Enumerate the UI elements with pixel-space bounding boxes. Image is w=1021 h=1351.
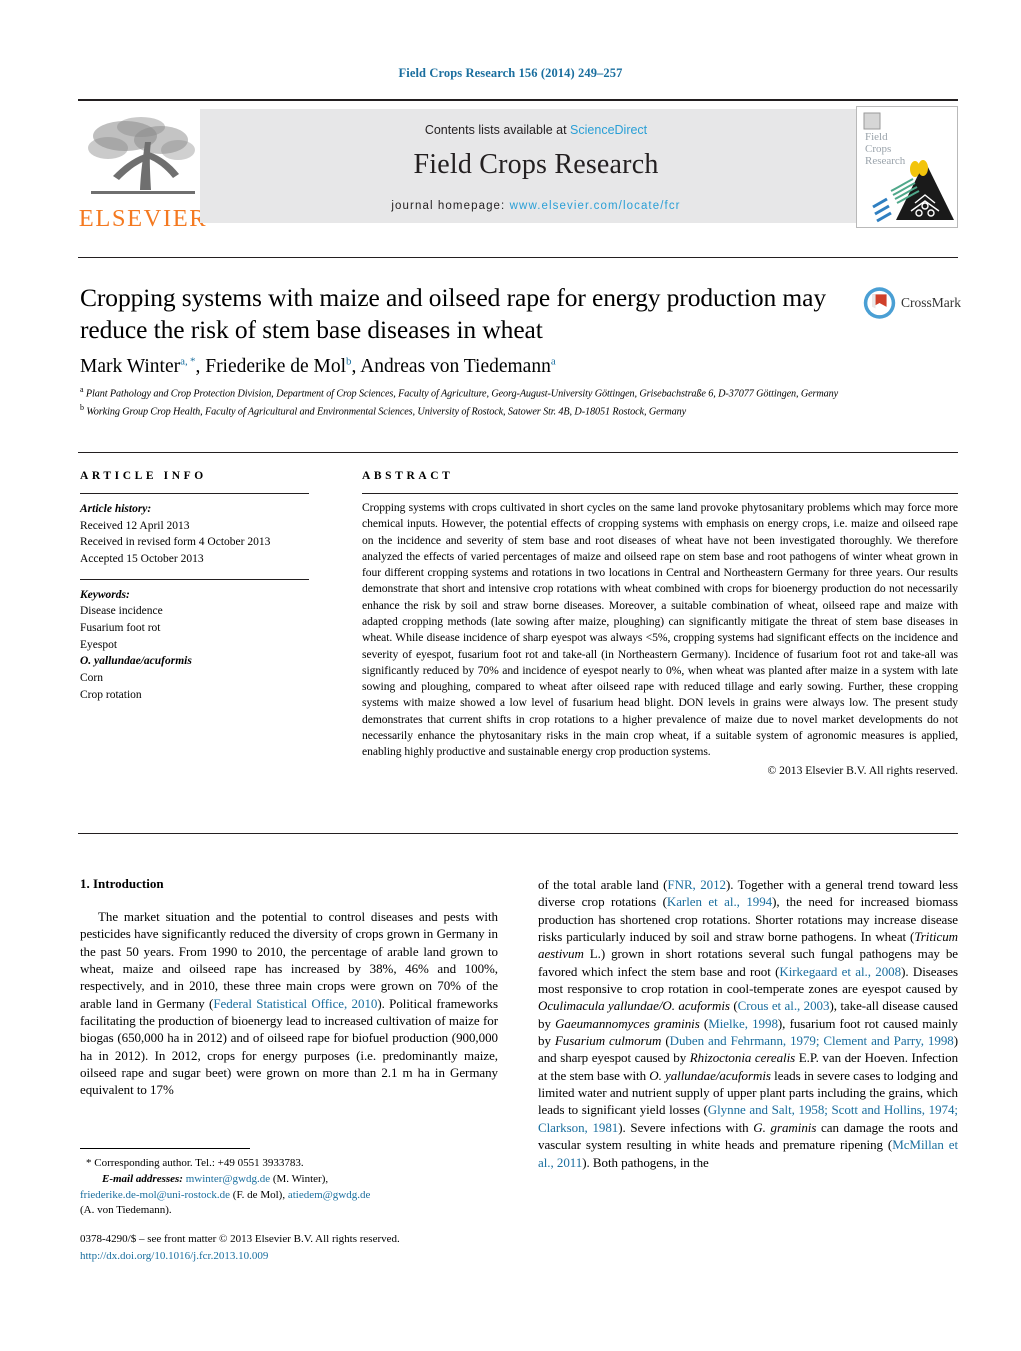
abstract-column: ABSTRACT Cropping systems with crops cul… xyxy=(362,470,958,777)
introduction-paragraph-left: The market situation and the potential t… xyxy=(80,909,498,1098)
masthead-top-rule xyxy=(78,99,958,101)
history-item: Received 12 April 2013 xyxy=(80,519,190,532)
abstract-text: Cropping systems with crops cultivated i… xyxy=(362,501,958,759)
body-column-left: 1. Introduction The market situation and… xyxy=(80,876,498,1099)
journal-cover-art: Field Crops Research xyxy=(857,107,957,227)
article-first-page: Field Crops Research 156 (2014) 249–257 xyxy=(0,0,1021,1351)
affiliation-b: b Working Group Crop Health, Faculty of … xyxy=(80,402,687,418)
affiliation-a-text: Plant Pathology and Crop Protection Divi… xyxy=(85,388,839,400)
journal-homepage-line: journal homepage: www.elsevier.com/locat… xyxy=(200,200,872,212)
journal-homepage-label: journal homepage: xyxy=(391,200,506,212)
article-info-rule-1 xyxy=(80,493,309,494)
crossmark-label: CrossMark xyxy=(901,295,961,310)
email-addresses-line-2: friederike.de-mol@uni-rostock.de (F. de … xyxy=(80,1188,371,1201)
introduction-heading: 1. Introduction xyxy=(80,876,164,891)
crossmark-badge[interactable]: CrossMark xyxy=(863,278,961,328)
page-title: Cropping systems with maize and oilseed … xyxy=(80,283,827,344)
abstract-heading: ABSTRACT xyxy=(362,470,454,482)
body-column-right: of the total arable land (FNR, 2012). To… xyxy=(538,876,958,1171)
crossmark-icon xyxy=(863,287,896,319)
contents-lists-prefix: Contents lists available at xyxy=(424,123,571,137)
author-list: Mark Wintera, *, Friederike de Molb, And… xyxy=(80,355,556,378)
keywords-block: Keywords: Disease incidence Fusarium foo… xyxy=(80,587,330,704)
abstract-rule xyxy=(362,493,958,494)
affiliation-a: a Plant Pathology and Crop Protection Di… xyxy=(80,385,839,400)
article-history-label: Article history: xyxy=(80,503,152,515)
contents-lists-line: Contents lists available at ScienceDirec… xyxy=(200,123,872,137)
article-info-rule-2 xyxy=(80,578,309,580)
keyword-item: Fusarium foot rot xyxy=(80,622,161,635)
abstract-block-top-rule xyxy=(78,452,958,453)
email-addresses-line-3: (A. von Tiedemann). xyxy=(80,1204,172,1217)
sciencedirect-link[interactable]: ScienceDirect xyxy=(570,123,647,137)
svg-text:Field: Field xyxy=(865,131,888,143)
email-addresses-line-1: E-mail addresses: mwinter@gwdg.de (M. Wi… xyxy=(102,1172,329,1185)
abstract-copyright: © 2013 Elsevier B.V. All rights reserved… xyxy=(767,763,958,777)
elsevier-tree-icon xyxy=(88,116,195,194)
footnote-divider xyxy=(80,1148,250,1149)
journal-masthead: ELSEVIER Contents lists available at Sci… xyxy=(78,99,958,231)
affiliation-list: a Plant Pathology and Crop Protection Di… xyxy=(80,384,870,420)
keyword-item: Disease incidence xyxy=(80,605,163,618)
svg-text:Crops: Crops xyxy=(865,143,891,155)
sciencedirect-banner: Contents lists available at ScienceDirec… xyxy=(200,109,872,223)
journal-cover-thumbnail: Field Crops Research xyxy=(856,106,958,228)
journal-homepage-url[interactable]: www.elsevier.com/locate/fcr xyxy=(510,200,681,212)
article-info-column: ARTICLE INFO Article history: Received 1… xyxy=(80,470,330,703)
article-history-list: Received 12 April 2013 Received in revis… xyxy=(80,518,330,568)
article-info-heading: ARTICLE INFO xyxy=(80,470,207,482)
elsevier-logo: ELSEVIER xyxy=(78,107,208,231)
affiliation-b-text: Working Group Crop Health, Faculty of Ag… xyxy=(86,406,687,418)
abstract-block-bottom-rule xyxy=(78,833,958,834)
history-item: Accepted 15 October 2013 xyxy=(80,553,204,566)
corresponding-author-note: * Corresponding author. Tel.: +49 0551 3… xyxy=(86,1157,304,1169)
keyword-item: Eyespot xyxy=(80,638,118,651)
keyword-item: Crop rotation xyxy=(80,688,142,701)
issn-copyright-line: 0378-4290/$ – see front matter © 2013 El… xyxy=(80,1233,400,1245)
keyword-item: Corn xyxy=(80,672,103,685)
running-head: Field Crops Research 156 (2014) 249–257 xyxy=(398,66,623,80)
title-divider xyxy=(78,257,958,258)
journal-title: Field Crops Research xyxy=(413,149,659,180)
introduction-paragraph-right: of the total arable land (FNR, 2012). To… xyxy=(538,877,959,1170)
front-matter-block: 0378-4290/$ – see front matter © 2013 El… xyxy=(80,1231,510,1264)
svg-text:Research: Research xyxy=(865,155,906,167)
doi-link[interactable]: http://dx.doi.org/10.1016/j.fcr.2013.10.… xyxy=(80,1248,510,1265)
keywords-label: Keywords: xyxy=(80,588,130,601)
elsevier-wordmark: ELSEVIER xyxy=(78,204,208,232)
keyword-item: O. yallundae/acuformis xyxy=(80,655,192,668)
footnote-block: * Corresponding author. Tel.: +49 0551 3… xyxy=(80,1156,500,1219)
history-item: Received in revised form 4 October 2013 xyxy=(80,536,271,549)
